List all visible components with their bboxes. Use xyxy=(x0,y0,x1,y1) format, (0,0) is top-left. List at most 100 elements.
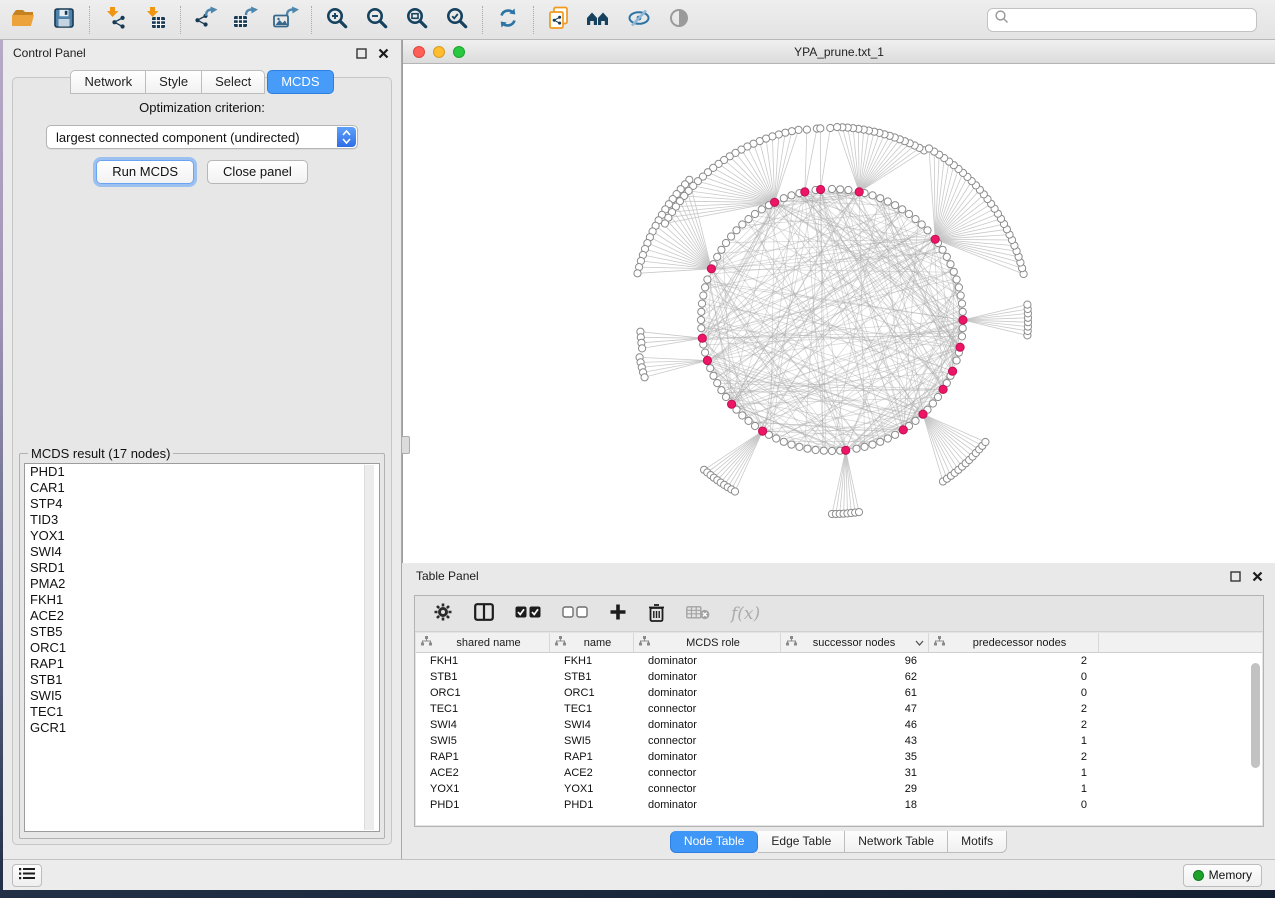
show-all-button[interactable] xyxy=(659,3,699,37)
delete-table-button[interactable] xyxy=(686,605,710,623)
tab-node-table[interactable]: Node Table xyxy=(670,831,759,853)
zoom-selected-button[interactable] xyxy=(437,3,477,37)
mcds-result-item[interactable]: STB1 xyxy=(25,672,379,688)
table-row[interactable]: TEC1TEC1connector472 xyxy=(416,701,1262,717)
export-network-button[interactable] xyxy=(186,3,226,37)
tab-mcds[interactable]: MCDS xyxy=(267,70,333,94)
table-cell: YOX1 xyxy=(550,781,634,797)
close-table-panel-button[interactable] xyxy=(1249,569,1265,583)
zoom-in-button[interactable] xyxy=(317,3,357,37)
add-column-button[interactable] xyxy=(609,603,627,624)
select-all-button[interactable] xyxy=(515,606,541,621)
toolbar-separator xyxy=(482,6,483,34)
column-header-MCDS-role[interactable]: MCDS role xyxy=(634,633,781,652)
fx-icon: f(x) xyxy=(731,604,760,624)
toggle-columns-button[interactable] xyxy=(474,603,494,624)
search-input[interactable] xyxy=(1010,13,1250,27)
table-row[interactable]: ACE2ACE2connector311 xyxy=(416,765,1262,781)
mcds-result-item[interactable]: STP4 xyxy=(25,496,379,512)
run-mcds-button[interactable]: Run MCDS xyxy=(96,160,194,184)
table-cell: FKH1 xyxy=(550,653,634,669)
table-scrollbar-thumb[interactable] xyxy=(1251,663,1260,768)
table-settings-button[interactable] xyxy=(433,602,453,625)
close-mcds-panel-button[interactable]: Close panel xyxy=(207,160,308,184)
tree-icon xyxy=(555,636,566,649)
table-row[interactable]: SWI4SWI4dominator462 xyxy=(416,717,1262,733)
mcds-result-item[interactable]: GCR1 xyxy=(25,720,379,736)
tab-style[interactable]: Style xyxy=(146,70,202,94)
table-cell: connector xyxy=(634,765,781,781)
table-cell: connector xyxy=(634,781,781,797)
network-canvas[interactable] xyxy=(403,64,1275,563)
deselect-all-button[interactable] xyxy=(562,606,588,621)
table-row[interactable]: STB1STB1dominator620 xyxy=(416,669,1262,685)
table-row[interactable]: SWI5SWI5connector431 xyxy=(416,733,1262,749)
mcds-result-item[interactable]: RAP1 xyxy=(25,656,379,672)
mcds-result-item[interactable]: SWI4 xyxy=(25,544,379,560)
delete-column-button[interactable] xyxy=(648,603,665,625)
mcds-result-item[interactable]: CAR1 xyxy=(25,480,379,496)
tab-select[interactable]: Select xyxy=(202,70,265,94)
column-header-predecessor-nodes[interactable]: predecessor nodes xyxy=(929,633,1099,652)
main-content: Control Panel NetworkStyleSelectMCDS Opt… xyxy=(3,40,1275,859)
export-image-button[interactable] xyxy=(266,3,306,37)
fit-content-button[interactable] xyxy=(397,3,437,37)
mcds-result-item[interactable]: SRD1 xyxy=(25,560,379,576)
table-row[interactable]: ORC1ORC1dominator610 xyxy=(416,685,1262,701)
column-header-shared-name[interactable]: shared name xyxy=(416,633,550,652)
mcds-result-item[interactable]: ORC1 xyxy=(25,640,379,656)
close-panel-button[interactable] xyxy=(375,46,391,60)
table-row[interactable]: FKH1FKH1dominator962 xyxy=(416,653,1262,669)
mcds-result-list[interactable]: PHD1CAR1STP4TID3YOX1SWI4SRD1PMA2FKH1ACE2… xyxy=(24,463,380,832)
hide-selected-button[interactable] xyxy=(619,3,659,37)
control-panel-titlebar: Control Panel xyxy=(3,40,401,62)
tree-icon xyxy=(639,636,650,649)
mcds-result-item[interactable]: FKH1 xyxy=(25,592,379,608)
memory-status-icon xyxy=(1193,870,1204,881)
optimization-criterion-select[interactable]: largest connected component (undirected) xyxy=(46,125,358,149)
open-session-button[interactable] xyxy=(4,3,44,37)
fit-content-icon xyxy=(405,6,429,33)
panel-menu-button[interactable] xyxy=(12,864,42,887)
tab-network[interactable]: Network xyxy=(70,70,146,94)
tab-network-table[interactable]: Network Table xyxy=(845,831,948,853)
search-box[interactable] xyxy=(987,8,1257,32)
float-panel-button[interactable] xyxy=(353,46,369,60)
float-table-panel-button[interactable] xyxy=(1227,569,1243,583)
import-table-button[interactable] xyxy=(135,3,175,37)
control-panel: Control Panel NetworkStyleSelectMCDS Opt… xyxy=(3,40,402,859)
mcds-result-item[interactable]: SWI5 xyxy=(25,688,379,704)
first-neighbors-button[interactable] xyxy=(579,3,619,37)
mcds-result-item[interactable]: YOX1 xyxy=(25,528,379,544)
export-table-button[interactable] xyxy=(226,3,266,37)
column-header-name[interactable]: name xyxy=(550,633,634,652)
table-cell: 18 xyxy=(781,797,929,813)
mcds-result-item[interactable]: TEC1 xyxy=(25,704,379,720)
apply-layout-button[interactable] xyxy=(488,3,528,37)
mcds-result-item[interactable]: STB5 xyxy=(25,624,379,640)
table-row[interactable]: PHD1PHD1dominator180 xyxy=(416,797,1262,813)
zoom-out-button[interactable] xyxy=(357,3,397,37)
memory-button[interactable]: Memory xyxy=(1183,864,1262,887)
mcds-result-item[interactable]: TID3 xyxy=(25,512,379,528)
tab-motifs[interactable]: Motifs xyxy=(948,831,1007,853)
table-cell: dominator xyxy=(634,797,781,813)
right-side: YPA_prune.txt_1 Table Panel xyxy=(402,40,1275,859)
splitter-handle[interactable] xyxy=(401,436,410,454)
table-row[interactable]: YOX1YOX1connector291 xyxy=(416,781,1262,797)
table-row[interactable]: RAP1RAP1dominator352 xyxy=(416,749,1262,765)
result-list-scrollbar[interactable] xyxy=(364,465,374,830)
import-network-button[interactable] xyxy=(95,3,135,37)
table-toolbar: f(x) xyxy=(415,596,1263,632)
column-header-filler xyxy=(1099,633,1262,652)
mcds-result-item[interactable]: PHD1 xyxy=(25,464,379,480)
table-cell: dominator xyxy=(634,653,781,669)
mcds-result-item[interactable]: PMA2 xyxy=(25,576,379,592)
column-header-successor-nodes[interactable]: successor nodes xyxy=(781,633,929,652)
mcds-result-item[interactable]: ACE2 xyxy=(25,608,379,624)
checked-boxes-icon xyxy=(515,606,541,621)
function-builder-button[interactable]: f(x) xyxy=(731,604,760,624)
save-session-button[interactable] xyxy=(44,3,84,37)
new-network-from-selection-button[interactable] xyxy=(539,3,579,37)
tab-edge-table[interactable]: Edge Table xyxy=(758,831,845,853)
